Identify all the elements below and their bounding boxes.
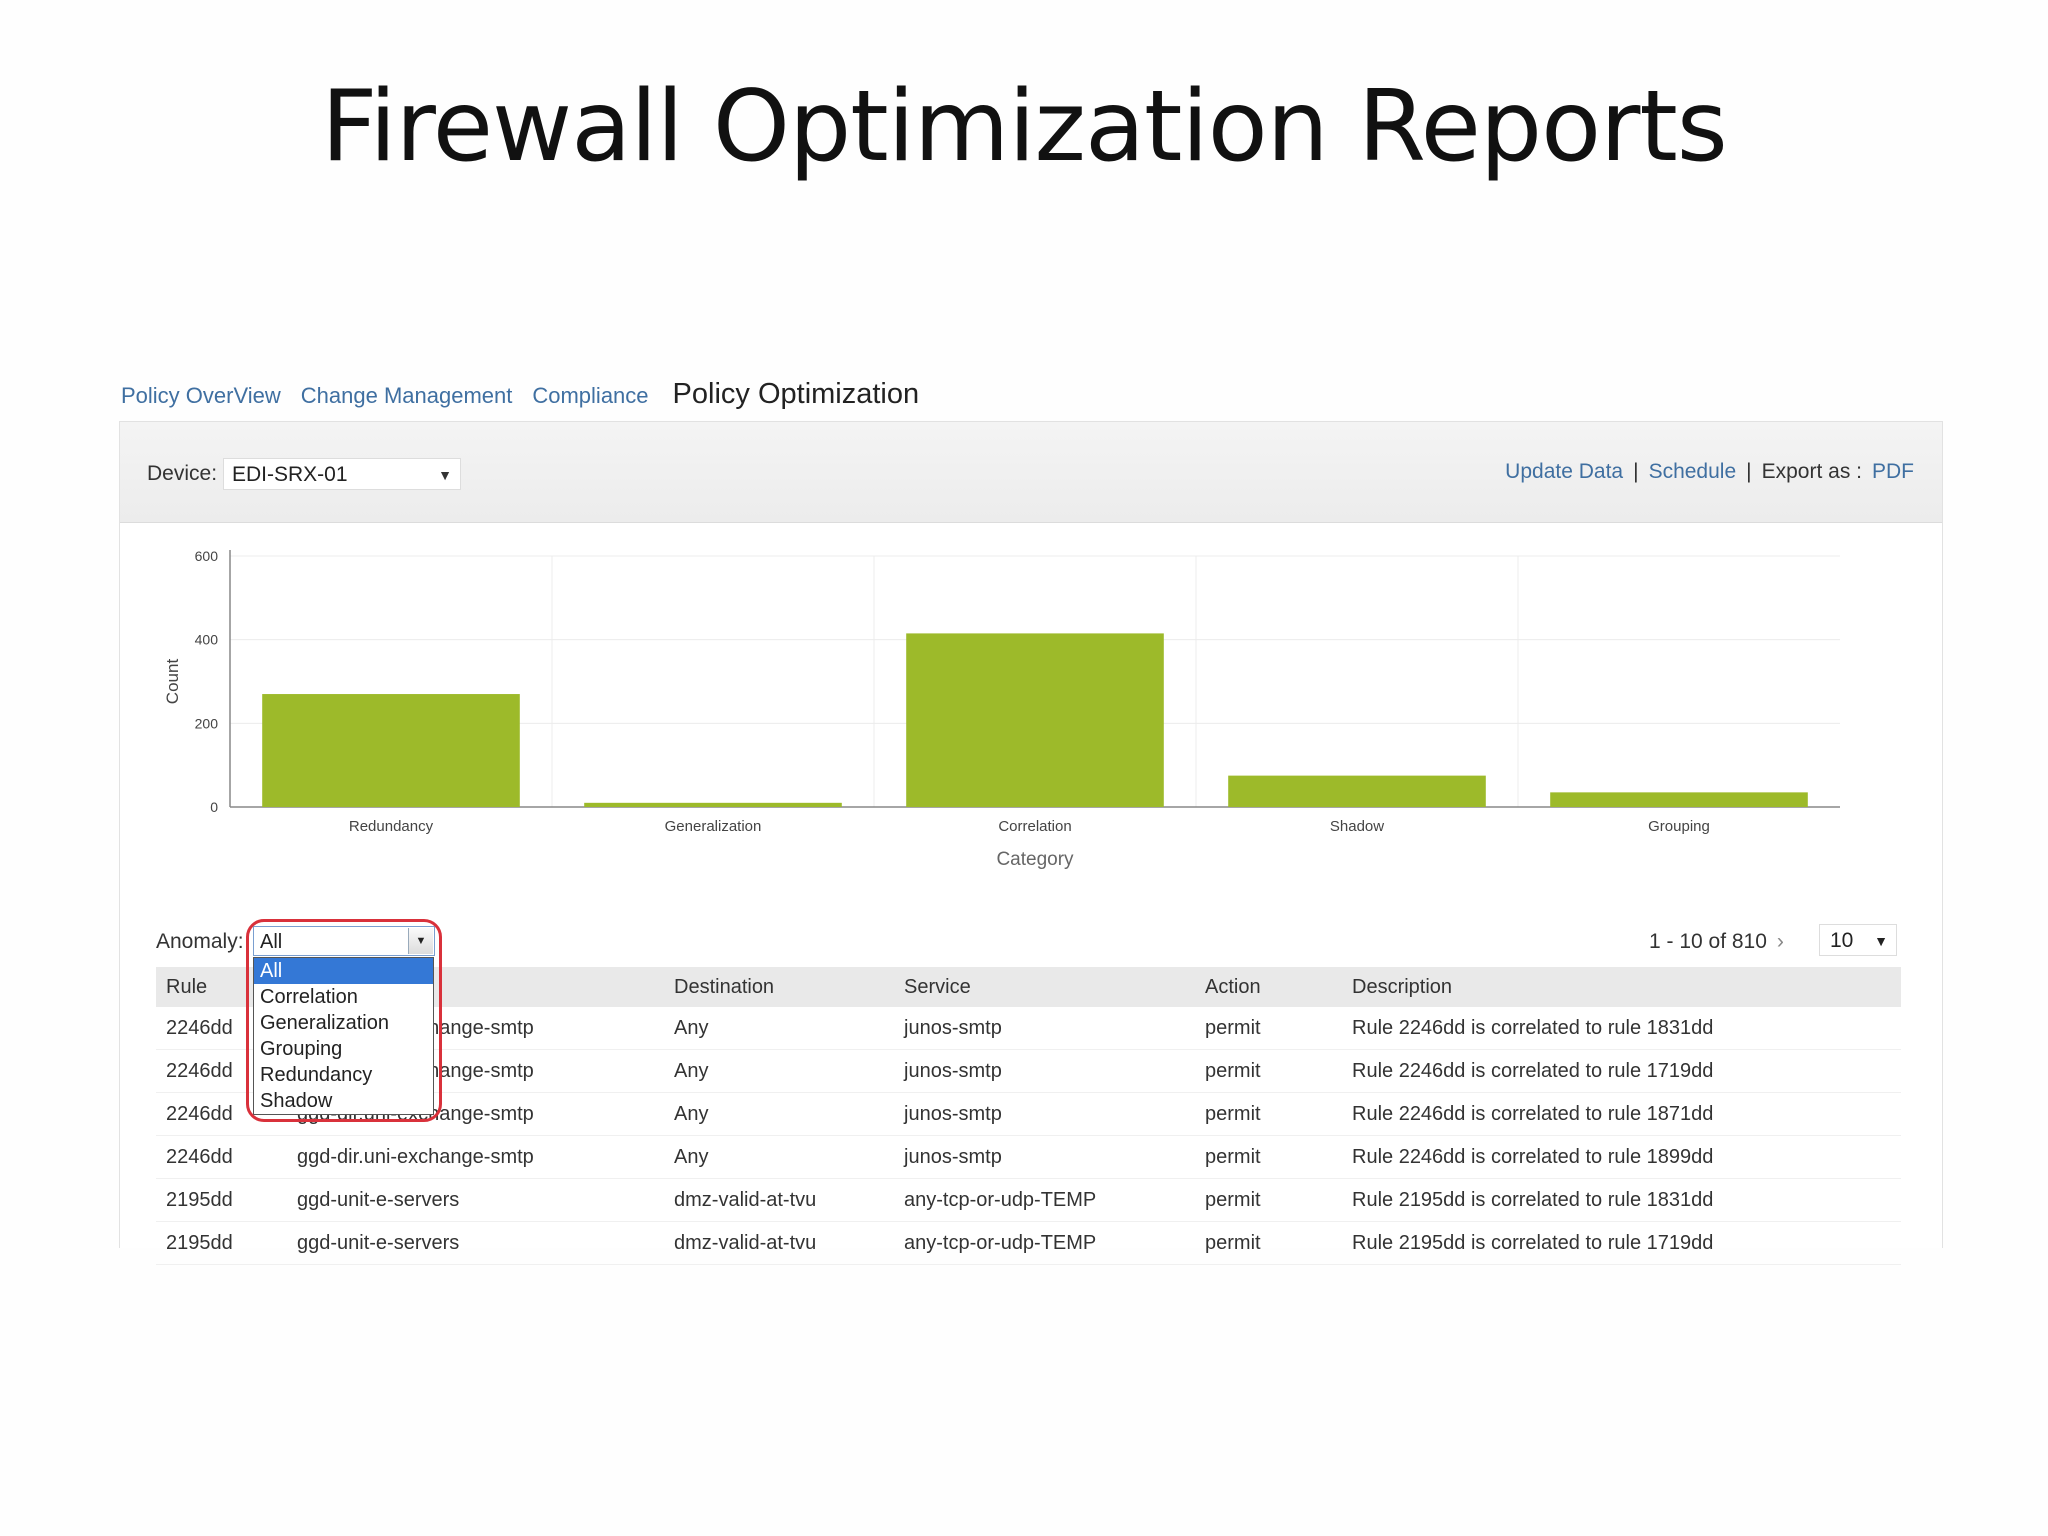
cell-service: junos-smtp	[894, 1049, 1195, 1093]
anomaly-select-value: All	[260, 931, 283, 953]
option-redundancy[interactable]: Redundancy	[254, 1062, 433, 1088]
anomaly-select[interactable]: All ▼	[253, 926, 435, 956]
report-toolbar: Device: EDI-SRX-01 ▼ Update Data | Sched…	[120, 422, 1942, 523]
y-axis-title: Count	[163, 659, 182, 705]
tab-compliance[interactable]: Compliance	[532, 383, 648, 409]
column-header-action[interactable]: Action	[1195, 967, 1342, 1007]
cell-description: Rule 2195dd is correlated to rule 1831dd	[1342, 1178, 1901, 1222]
pager-text: 1 - 10 of 810	[1649, 930, 1767, 953]
cell-destination: dmz-valid-at-tvu	[664, 1178, 894, 1222]
bar-shadow	[1228, 775, 1486, 807]
cell-description: Rule 2246dd is correlated to rule 1899dd	[1342, 1135, 1901, 1179]
chevron-down-icon: ▼	[1874, 933, 1888, 949]
pager: 1 - 10 of 810 ›	[1649, 930, 1784, 954]
option-grouping[interactable]: Grouping	[254, 1036, 433, 1062]
device-label: Device:	[147, 462, 218, 485]
next-page-icon[interactable]: ›	[1777, 930, 1784, 953]
page-size-select[interactable]: 10 ▼	[1819, 924, 1897, 956]
cell-rule: 2246dd	[156, 1135, 287, 1179]
anomaly-label: Anomaly:	[156, 930, 244, 953]
cell-service: junos-smtp	[894, 1007, 1195, 1050]
bar-redundancy	[262, 694, 520, 807]
x-tick-label: Redundancy	[349, 818, 434, 835]
tab-change-management[interactable]: Change Management	[301, 383, 513, 409]
cell-action: permit	[1195, 1178, 1342, 1222]
slide-title: Firewall Optimization Reports	[321, 70, 1728, 184]
anomaly-bar-chart: 0 200 400 600 Redundancy Generalization Correl…	[163, 548, 1840, 870]
chevron-down-icon[interactable]: ▼	[408, 928, 433, 954]
y-tick-label: 0	[210, 799, 218, 815]
x-tick-label: Generalization	[665, 818, 762, 835]
cell-destination: dmz-valid-at-tvu	[664, 1221, 894, 1265]
x-axis-title: Category	[996, 849, 1074, 870]
cell-description: Rule 2246dd is correlated to rule 1719dd	[1342, 1049, 1901, 1093]
cell-description: Rule 2246dd is correlated to rule 1831dd	[1342, 1007, 1901, 1050]
cell-description: Rule 2246dd is correlated to rule 1871dd	[1342, 1092, 1901, 1136]
x-tick-label: Grouping	[1648, 818, 1710, 835]
cell-service: any-tcp-or-udp-TEMP	[894, 1221, 1195, 1265]
device-select[interactable]: EDI-SRX-01 ▼	[223, 458, 461, 490]
update-data-link[interactable]: Update Data	[1505, 460, 1623, 484]
bar-correlation	[906, 633, 1164, 807]
toolbar-links: Update Data | Schedule | Export as : PDF	[1505, 460, 1914, 484]
cell-source: ggd-unit-e-servers	[287, 1221, 664, 1265]
x-tick-label: Correlation	[998, 818, 1071, 835]
cell-action: permit	[1195, 1135, 1342, 1179]
table-row[interactable]: 2246dd ggd-dir.uni-exchange-smtp Any jun…	[156, 1135, 1901, 1179]
chevron-down-icon: ▼	[438, 467, 452, 483]
column-header-description[interactable]: Description	[1342, 967, 1901, 1007]
cell-service: junos-smtp	[894, 1092, 1195, 1136]
cell-destination: Any	[664, 1007, 894, 1050]
cell-description: Rule 2195dd is correlated to rule 1719dd	[1342, 1221, 1901, 1265]
column-header-destination[interactable]: Destination	[664, 967, 894, 1007]
y-tick-label: 400	[195, 632, 219, 648]
cell-rule: 2195dd	[156, 1178, 287, 1222]
cell-rule: 2195dd	[156, 1221, 287, 1265]
column-header-service[interactable]: Service	[894, 967, 1195, 1007]
option-correlation[interactable]: Correlation	[254, 984, 433, 1010]
schedule-link[interactable]: Schedule	[1649, 460, 1737, 484]
option-shadow[interactable]: Shadow	[254, 1088, 433, 1114]
separator: |	[1633, 460, 1639, 483]
x-tick-label: Shadow	[1330, 818, 1384, 835]
page-size-value: 10	[1830, 929, 1854, 952]
cell-action: permit	[1195, 1007, 1342, 1050]
cell-destination: Any	[664, 1092, 894, 1136]
cell-action: permit	[1195, 1092, 1342, 1136]
y-tick-label: 200	[195, 715, 219, 731]
bar-generalization	[584, 802, 842, 807]
bar-grouping	[1550, 792, 1808, 807]
cell-destination: Any	[664, 1049, 894, 1093]
table-row[interactable]: 2195dd ggd-unit-e-servers dmz-valid-at-t…	[156, 1178, 1901, 1222]
cell-action: permit	[1195, 1049, 1342, 1093]
cell-service: any-tcp-or-udp-TEMP	[894, 1178, 1195, 1222]
optimization-panel: Device: EDI-SRX-01 ▼ Update Data | Sched…	[119, 421, 1943, 1265]
y-tick-label: 600	[195, 548, 219, 564]
tab-policy-optimization[interactable]: Policy Optimization	[673, 378, 920, 411]
device-select-value: EDI-SRX-01	[232, 463, 348, 486]
table-row[interactable]: 2195dd ggd-unit-e-servers dmz-valid-at-t…	[156, 1221, 1901, 1265]
cell-source: ggd-dir.uni-exchange-smtp	[287, 1135, 664, 1179]
cell-service: junos-smtp	[894, 1135, 1195, 1179]
option-generalization[interactable]: Generalization	[254, 1010, 433, 1036]
export-pdf-link[interactable]: PDF	[1872, 460, 1914, 484]
anomaly-dropdown-list: All Correlation Generalization Grouping …	[253, 957, 434, 1115]
separator: |	[1746, 460, 1752, 483]
tab-policy-overview[interactable]: Policy OverView	[121, 383, 281, 409]
export-label: Export as :	[1761, 460, 1862, 483]
cell-action: permit	[1195, 1221, 1342, 1265]
cell-destination: Any	[664, 1135, 894, 1179]
cell-source: ggd-unit-e-servers	[287, 1178, 664, 1222]
option-all[interactable]: All	[254, 958, 433, 984]
report-tabs: Policy OverView Change Management Compli…	[121, 378, 939, 418]
